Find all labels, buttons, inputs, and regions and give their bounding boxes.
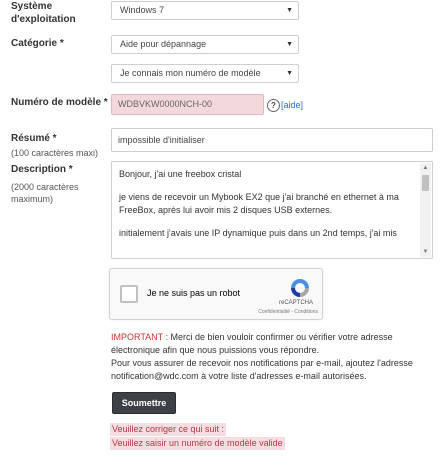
model-label: Numéro de modèle *	[11, 97, 108, 108]
notice-line2: Pour vous assurer de recevoir nos notifi…	[111, 358, 413, 381]
summary-label: Résumé *	[11, 133, 57, 144]
error-model: Veuillez saisir un numéro de modèle vali…	[110, 437, 285, 450]
description-paragraph: initialement j'avais une IP dynamique pu…	[119, 228, 397, 238]
description-label: Description *	[11, 164, 73, 175]
summary-input[interactable]: impossible d'initialiser	[111, 128, 433, 152]
description-paragraph: Bonjour, j'ai une freebox cristal	[119, 169, 242, 179]
category-label: Catégorie *	[11, 38, 64, 49]
recaptcha-links[interactable]: Confidentialité - Conditions	[258, 309, 318, 315]
notice-important: IMPORTANT :	[111, 332, 169, 342]
model-number-input[interactable]: WDBVKW0000NCH-00	[111, 94, 264, 115]
description-hint: (2000 caractères maximum)	[11, 182, 79, 204]
submit-button[interactable]: Soumettre	[112, 392, 176, 414]
os-select-value: Windows 7	[120, 5, 165, 15]
description-paragraph: je viens de recevoir un Mybook EX2 que j…	[119, 192, 399, 215]
chevron-down-icon: ▼	[286, 70, 293, 77]
textarea-scrollbar[interactable]: ▲ ▼	[420, 163, 431, 257]
chevron-down-icon: ▼	[286, 41, 293, 48]
scrollbar-thumb[interactable]	[422, 175, 429, 191]
error-intro: Veuillez corriger ce qui suit :	[110, 423, 227, 436]
recaptcha-brand: reCAPTCHA	[278, 300, 313, 306]
question-circle-icon[interactable]: ?	[267, 99, 280, 112]
scroll-up-icon[interactable]: ▲	[420, 163, 431, 173]
scroll-down-icon[interactable]: ▼	[420, 247, 431, 257]
subcategory-select[interactable]: Je connais mon numéro de modèle ▼	[111, 64, 299, 83]
email-notice: IMPORTANT : Merci de bien vouloir confir…	[111, 331, 435, 383]
os-label: Système d'exploitation	[11, 1, 76, 25]
description-textarea[interactable]: Bonjour, j'ai une freebox cristal je vie…	[111, 161, 433, 259]
category-select[interactable]: Aide pour dépannage ▼	[111, 35, 299, 54]
subcategory-select-value: Je connais mon numéro de modèle	[120, 68, 261, 78]
recaptcha-widget: Je ne suis pas un robot reCAPTCHA Confid…	[109, 268, 323, 320]
summary-hint: (100 caractères maxi)	[11, 148, 99, 158]
recaptcha-label: Je ne suis pas un robot	[147, 288, 241, 298]
recaptcha-icon	[291, 279, 309, 297]
chevron-down-icon: ▼	[286, 7, 293, 14]
recaptcha-checkbox[interactable]	[120, 285, 138, 303]
model-help-link[interactable]: [aide]	[281, 100, 303, 110]
category-select-value: Aide pour dépannage	[120, 39, 207, 49]
os-select[interactable]: Windows 7 ▼	[111, 1, 299, 20]
